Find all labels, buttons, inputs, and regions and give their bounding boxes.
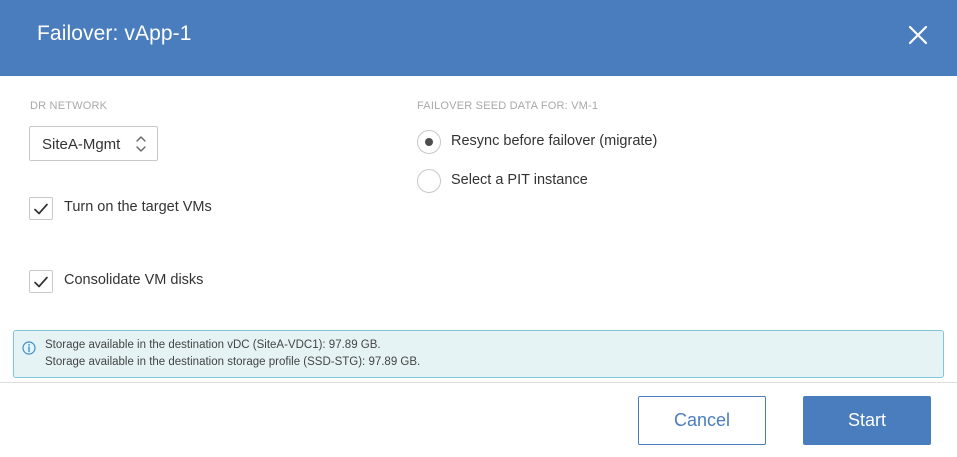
storage-info-banner: Storage available in the destination vDC… [13, 330, 944, 378]
close-button[interactable] [903, 21, 933, 49]
checkmark-icon [34, 203, 48, 215]
select-pit-instance-label: Select a PIT instance [451, 172, 588, 188]
cancel-button[interactable]: Cancel [638, 396, 766, 445]
dr-network-select[interactable]: SiteA-Mgmt [29, 126, 158, 161]
resync-before-failover-radio[interactable] [417, 130, 441, 154]
select-pit-instance-radio[interactable] [417, 169, 441, 193]
checkmark-icon [34, 276, 48, 288]
storage-info-vdc: Storage available in the destination vDC… [45, 339, 381, 351]
storage-info-profile: Storage available in the destination sto… [45, 356, 421, 368]
select-arrows-icon [136, 136, 146, 152]
dialog-header: Failover: vApp-1 [0, 0, 957, 76]
dr-network-label: DR NETWORK [30, 100, 108, 112]
failover-seed-data-label: FAILOVER SEED DATA FOR: VM-1 [417, 100, 599, 112]
turn-on-target-vms-label: Turn on the target VMs [64, 199, 212, 215]
consolidate-vm-disks-label: Consolidate VM disks [64, 272, 204, 288]
start-button[interactable]: Start [803, 396, 931, 445]
dialog-title: Failover: vApp-1 [37, 22, 192, 45]
info-icon [22, 341, 36, 355]
close-icon [908, 25, 928, 45]
resync-before-failover-label: Resync before failover (migrate) [451, 133, 658, 149]
consolidate-vm-disks-checkbox[interactable] [29, 270, 53, 293]
footer-divider [0, 382, 957, 383]
dr-network-value: SiteA-Mgmt [42, 136, 121, 153]
radio-selected-dot [425, 138, 433, 146]
turn-on-target-vms-checkbox[interactable] [29, 197, 53, 220]
